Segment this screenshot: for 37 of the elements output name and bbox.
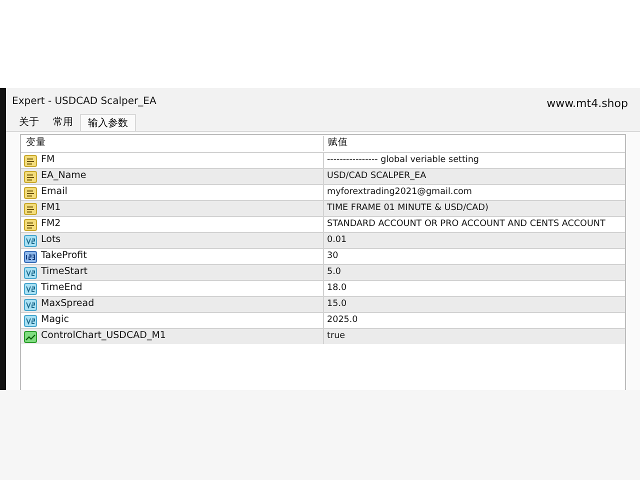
string-type-icon [24, 218, 37, 230]
number-type-icon [24, 314, 37, 326]
string-type-icon [24, 186, 37, 198]
tab[interactable]: 输入参数 [80, 114, 136, 131]
value-cell[interactable]: TIME FRAME 01 MINUTE & USD/CAD) [323, 201, 625, 216]
variable-name: Lots [41, 233, 61, 248]
value-cell[interactable]: 0.01 [323, 233, 625, 248]
variable-name: Magic [41, 313, 69, 328]
variable-name: FM2 [41, 217, 61, 232]
number-type-icon [24, 266, 37, 278]
variable-name: TimeEnd [41, 281, 82, 296]
variable-name: TimeStart [41, 265, 88, 280]
string-type-icon [24, 154, 37, 166]
chart-type-icon [24, 330, 37, 342]
website-text: www.mt4.shop [546, 96, 628, 112]
string-type-icon [24, 202, 37, 214]
variable-name: TakeProfit [41, 249, 87, 264]
value-cell[interactable]: USD/CAD SCALPER_EA [323, 169, 625, 184]
variable-name: EA_Name [41, 169, 86, 184]
number-type-icon [24, 234, 37, 246]
number-type-icon [24, 282, 37, 294]
value-cell[interactable]: true [323, 329, 625, 344]
tab[interactable]: 常用 [46, 114, 80, 131]
column-header: 赋值 [323, 136, 348, 151]
variable-name: FM1 [41, 201, 61, 216]
variable-name: Email [41, 185, 68, 200]
number-type-icon [24, 298, 37, 310]
value-cell[interactable]: 5.0 [323, 265, 625, 280]
string-type-icon [24, 170, 37, 182]
variable-name: MaxSpread [41, 297, 94, 312]
variable-name: ControlChart_USDCAD_M1 [41, 329, 166, 344]
value-cell[interactable]: 15.0 [323, 297, 625, 312]
tab[interactable]: 关于 [12, 114, 46, 131]
variable-name: FM [41, 153, 55, 168]
integer-type-icon [24, 250, 37, 262]
window-title: Expert - USDCAD Scalper_EA [12, 96, 156, 107]
column-header: 变量 [25, 136, 47, 150]
